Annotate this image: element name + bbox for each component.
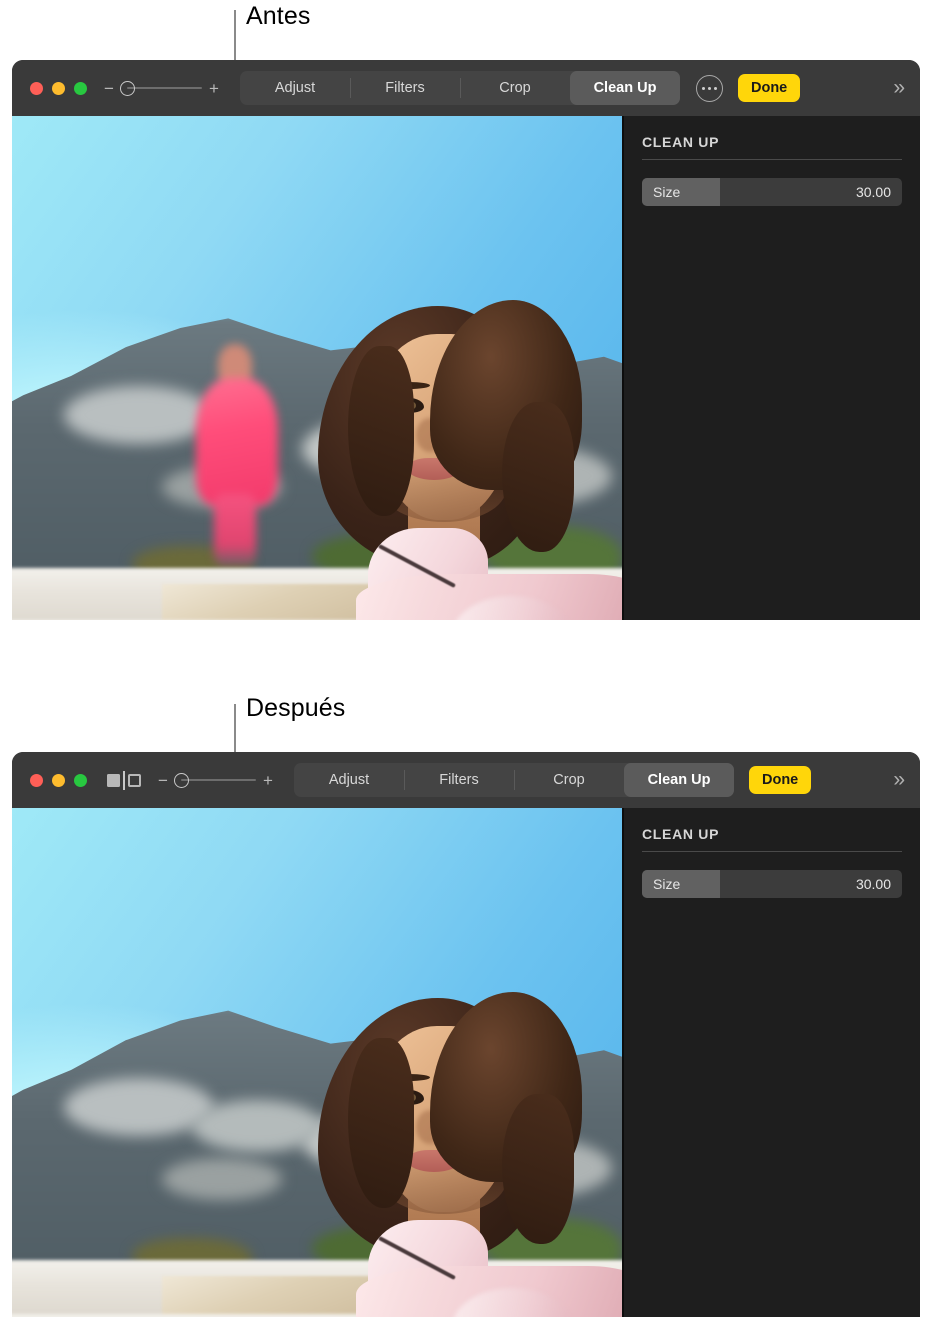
zoom-in-icon[interactable]: + — [209, 80, 219, 97]
foreground-subject — [312, 992, 622, 1317]
zoom-track-line — [127, 87, 202, 89]
hair-lock — [502, 1094, 574, 1244]
callout-label-before: Antes — [246, 2, 311, 30]
size-slider-row[interactable]: Size 30.00 — [642, 870, 902, 898]
done-button[interactable]: Done — [738, 73, 801, 103]
compare-square-filled — [107, 773, 120, 787]
more-options-icon[interactable] — [696, 74, 723, 102]
edit-mode-tabs-after: Adjust Filters Crop Clean Up — [294, 763, 734, 797]
zoom-track-line — [181, 779, 256, 781]
photos-window-after: − + Adjust Filters Crop Clean Up Done » — [12, 752, 920, 1317]
chevron-double-right-icon[interactable]: » — [893, 76, 906, 100]
done-button[interactable]: Done — [749, 765, 812, 795]
zoom-out-icon[interactable]: − — [104, 80, 114, 97]
toolbar-after: − + Adjust Filters Crop Clean Up Done » — [12, 752, 920, 808]
tab-crop[interactable]: Crop — [514, 763, 624, 797]
window-body-before: CLEAN UP Size 30.00 — [12, 116, 920, 620]
photo-before — [12, 116, 622, 620]
size-slider-label: Size — [653, 876, 681, 892]
toolbar-before: − + Adjust Filters Crop Clean Up Done » — [12, 60, 920, 116]
sidebar-divider — [642, 851, 902, 852]
minimize-button[interactable] — [52, 81, 65, 95]
ellipsis-dot — [702, 86, 705, 90]
photo-canvas-before[interactable] — [12, 116, 622, 620]
traffic-lights-after — [30, 773, 87, 787]
size-slider-value: 30.00 — [855, 184, 891, 200]
zoom-slider-track[interactable] — [120, 79, 202, 97]
hair-lock — [502, 402, 574, 552]
zoom-window-button[interactable] — [74, 81, 87, 95]
tab-clean-up[interactable]: Clean Up — [570, 71, 680, 105]
sidebar-title: CLEAN UP — [642, 134, 720, 150]
photo-after — [12, 808, 622, 1317]
tab-filters[interactable]: Filters — [404, 763, 514, 797]
page-root: Antes − + Adjust Filters Crop Clean Up D… — [0, 0, 931, 1317]
traffic-lights-before — [30, 81, 87, 95]
sidebar-divider — [642, 159, 902, 160]
tab-filters[interactable]: Filters — [350, 71, 460, 105]
background-person-body — [196, 378, 278, 506]
tab-crop[interactable]: Crop — [460, 71, 570, 105]
minimize-button[interactable] — [52, 773, 65, 787]
edit-mode-tabs-before: Adjust Filters Crop Clean Up — [240, 71, 680, 105]
tab-adjust[interactable]: Adjust — [240, 71, 350, 105]
zoom-slider-before[interactable]: − + — [104, 79, 219, 97]
clean-up-sidebar-before: CLEAN UP Size 30.00 — [622, 116, 920, 620]
background-person-legs — [214, 494, 256, 566]
size-slider-label: Size — [653, 184, 681, 200]
zoom-window-button[interactable] — [74, 773, 87, 787]
zoom-slider-after[interactable]: − + — [158, 771, 273, 789]
size-slider-row[interactable]: Size 30.00 — [642, 178, 902, 206]
split-view-compare-icon[interactable] — [107, 770, 141, 790]
callout-label-after: Después — [246, 694, 346, 722]
ellipsis-dot — [714, 86, 717, 90]
zoom-slider-knob[interactable] — [174, 772, 189, 788]
compare-square-outline — [128, 773, 141, 787]
size-slider-value: 30.00 — [855, 876, 891, 892]
zoom-in-icon[interactable]: + — [263, 772, 273, 789]
hair-lock — [348, 346, 414, 516]
clean-up-sidebar-after: CLEAN UP Size 30.00 — [622, 808, 920, 1317]
zoom-slider-knob[interactable] — [120, 80, 135, 96]
hair-lock — [348, 1038, 414, 1208]
photo-canvas-after[interactable] — [12, 808, 622, 1317]
rock-face-highlight — [162, 1158, 282, 1200]
photos-window-before: − + Adjust Filters Crop Clean Up Done » — [12, 60, 920, 620]
close-button[interactable] — [30, 773, 43, 787]
chevron-double-right-icon[interactable]: » — [893, 768, 906, 792]
tab-clean-up[interactable]: Clean Up — [624, 763, 734, 797]
zoom-out-icon[interactable]: − — [158, 772, 168, 789]
background-person — [192, 344, 292, 566]
sidebar-title: CLEAN UP — [642, 826, 720, 842]
rock-face-highlight — [192, 1100, 322, 1152]
foreground-subject — [312, 300, 622, 620]
close-button[interactable] — [30, 81, 43, 95]
compare-divider — [123, 770, 125, 790]
zoom-slider-track[interactable] — [174, 771, 256, 789]
tab-adjust[interactable]: Adjust — [294, 763, 404, 797]
window-body-after: CLEAN UP Size 30.00 — [12, 808, 920, 1317]
ellipsis-dot — [708, 86, 711, 90]
